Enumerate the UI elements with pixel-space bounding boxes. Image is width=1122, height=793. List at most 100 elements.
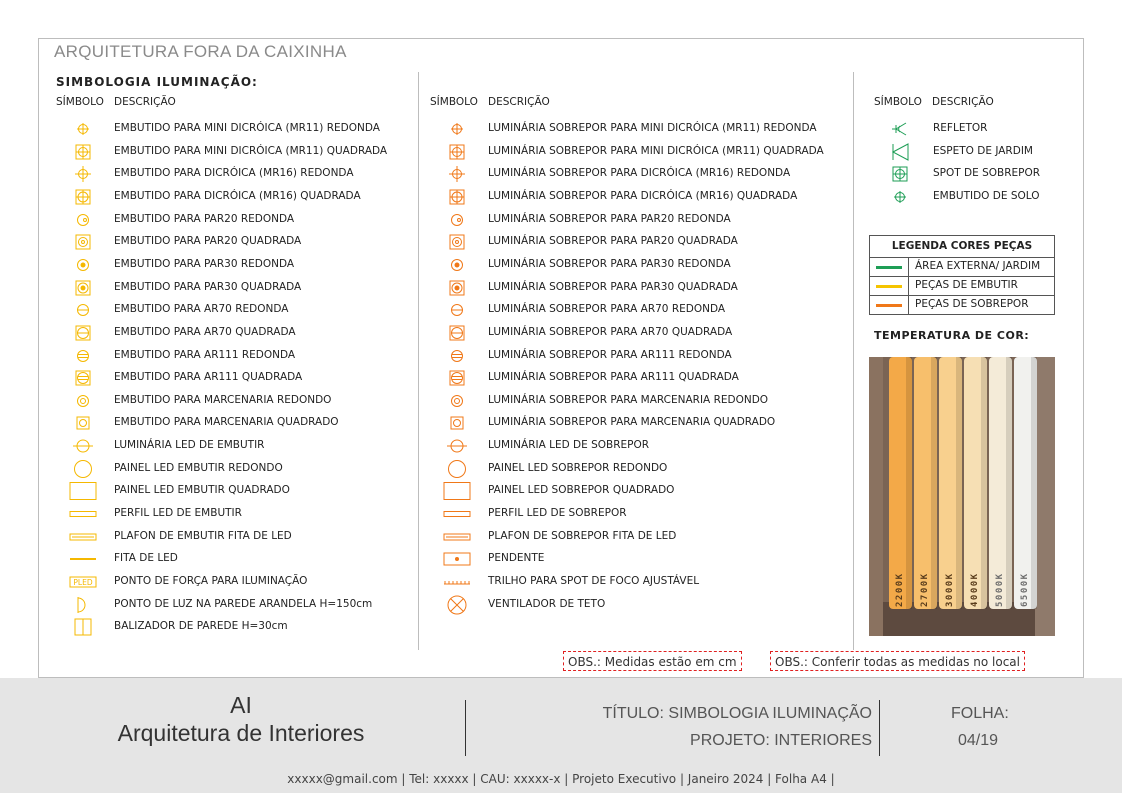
legend-swatch: [876, 266, 902, 269]
temperature-bar: 6500K: [1014, 357, 1037, 609]
symbol-description: BALIZADOR DE PAREDE H=30cm: [114, 620, 288, 633]
symbol-header: SÍMBOLO: [874, 96, 922, 108]
symbol-description: LUMINÁRIA SOBREPOR PARA AR111 REDONDA: [488, 348, 732, 361]
symbol-header: SÍMBOLO: [430, 96, 478, 108]
color-legend: LEGENDA CORES PEÇAS ÁREA EXTERNA/ JARDIM…: [869, 235, 1055, 315]
legend-swatch: [876, 304, 902, 307]
track-rail-icon: [441, 572, 477, 592]
symbol-description: VENTILADOR DE TETO: [488, 597, 606, 610]
square-circle-cross-extended-icon: [441, 187, 477, 207]
ceiling-fan-icon: [441, 595, 477, 615]
square-circle-cross-icon: [884, 164, 920, 184]
symbol-description: EMBUTIDO PARA PAR30 QUADRADA: [114, 280, 302, 293]
circle-dot-icon: [441, 210, 477, 230]
square-circle-dot-icon: [441, 232, 477, 252]
symbol-description: REFLETOR: [933, 122, 988, 134]
description-header: DESCRIÇÃO: [488, 96, 550, 108]
description-header: DESCRIÇÃO: [932, 96, 994, 108]
symbol-description: PLAFON DE EMBUTIR FITA DE LED: [114, 529, 292, 542]
circle-cross-small-icon: [67, 119, 103, 139]
led-circle-line-icon: [441, 436, 477, 456]
symbol-description: PONTO DE FORÇA PARA ILUMINAÇÃO: [114, 575, 308, 587]
symbol-description: EMBUTIDO PARA MINI DICRÓICA (MR11) REDON…: [114, 122, 380, 134]
symbol-description: EMBUTIDO DE SOLO: [933, 189, 1040, 202]
color-temperature-title: TEMPERATURA DE COR:: [874, 329, 1030, 342]
circle-dot-icon: [67, 210, 103, 230]
temperature-label: 2200K: [895, 572, 905, 607]
symbol-description: LUMINÁRIA SOBREPOR PARA MARCENARIA REDON…: [488, 393, 769, 406]
temperature-label: 2700K: [920, 572, 930, 607]
square-circle-cross-icon: [67, 142, 103, 162]
wall-sconce-icon: [67, 595, 103, 615]
temperature-bar: 4000K: [964, 357, 987, 609]
temperature-label: 6500K: [1020, 572, 1030, 607]
led-circle-line-icon: [67, 436, 103, 456]
legend-label: PEÇAS DE SOBREPOR: [915, 298, 1029, 310]
symbol-description: EMBUTIDO PARA PAR30 REDONDA: [114, 257, 295, 270]
symbol-description: PAINEL LED EMBUTIR REDONDO: [114, 461, 283, 474]
symbol-description: EMBUTIDO PARA AR70 REDONDA: [114, 303, 289, 316]
symbol-description: ESPETO DE JARDIM: [933, 144, 1033, 157]
large-square-icon: [67, 481, 103, 501]
temperature-bar: 5000K: [989, 357, 1012, 609]
square-circle-double-hline-icon: [441, 368, 477, 388]
floodlight-icon: [884, 119, 920, 139]
footer-divider: [465, 700, 466, 756]
symbol-description: LUMINÁRIA LED DE EMBUTIR: [114, 439, 265, 452]
square-circle-double-hline-icon: [67, 368, 103, 388]
circle-cross-extended-icon: [441, 164, 477, 184]
symbol-description: LUMINÁRIA SOBREPOR PARA PAR20 QUADRADA: [488, 235, 738, 248]
symbol-description: PAINEL LED SOBREPOR QUADRADO: [488, 484, 675, 497]
concentric-circle-icon: [67, 391, 103, 411]
drawing-title: TÍTULO: SIMBOLOGIA ILUMINAÇÃO: [602, 705, 872, 722]
temperature-bar: 2200K: [889, 357, 912, 609]
sheet-label: FOLHA:: [951, 705, 1009, 722]
square-concentric-circle-icon: [67, 413, 103, 433]
circle-cross-small-icon: [441, 119, 477, 139]
project-name: PROJETO: INTERIORES: [690, 732, 872, 749]
symbol-description: PLAFON DE SOBREPOR FITA DE LED: [488, 529, 677, 542]
column-header: SÍMBOLO DESCRIÇÃO: [56, 96, 176, 108]
symbol-description: LUMINÁRIA SOBREPOR PARA AR111 QUADRADA: [488, 371, 739, 384]
square-circle-cross-icon: [441, 142, 477, 162]
legend-row: ÁREA EXTERNA/ JARDIM: [870, 258, 1054, 277]
brand-logo-text: AI: [230, 692, 252, 718]
temperature-bar: 2700K: [914, 357, 937, 609]
column-divider: [418, 72, 419, 650]
temperature-bar: 3000K: [939, 357, 962, 609]
legend-label: ÁREA EXTERNA/ JARDIM: [915, 260, 1041, 272]
symbol-description: EMBUTIDO PARA AR111 QUADRADA: [114, 371, 303, 384]
symbol-description: LUMINÁRIA SOBREPOR PARA PAR30 REDONDA: [488, 257, 731, 270]
symbol-description: LUMINÁRIA SOBREPOR PARA AR70 REDONDA: [488, 303, 726, 316]
symbol-description: LUMINÁRIA SOBREPOR PARA MINI DICRÓICA (M…: [488, 144, 824, 157]
symbol-description: LUMINÁRIA SOBREPOR PARA MARCENARIA QUADR…: [488, 416, 776, 429]
symbol-description: PERFIL LED DE EMBUTIR: [114, 507, 242, 520]
circle-hline-icon: [441, 300, 477, 320]
square-circle-cross-extended-icon: [67, 187, 103, 207]
garden-spike-icon: [884, 142, 920, 162]
symbol-description: TRILHO PARA SPOT DE FOCO AJUSTÁVEL: [488, 575, 700, 587]
column-header: SÍMBOLO DESCRIÇÃO: [874, 96, 994, 108]
symbol-description: SPOT DE SOBREPOR: [933, 167, 1041, 180]
square-circle-hline-icon: [67, 323, 103, 343]
square-concentric-circle-icon: [441, 413, 477, 433]
symbol-description: PAINEL LED SOBREPOR REDONDO: [488, 461, 668, 474]
symbol-header: SÍMBOLO: [56, 96, 104, 108]
symbol-description: LUMINÁRIA LED DE SOBREPOR: [488, 439, 650, 452]
pendant-icon: [441, 549, 477, 569]
brand-name: Arquitetura de Interiores: [117, 720, 365, 746]
symbol-description: EMBUTIDO PARA AR111 REDONDA: [114, 348, 296, 361]
temperature-label: 5000K: [995, 572, 1005, 607]
profile-bar-icon: [441, 504, 477, 524]
legend-label: PEÇAS DE EMBUTIR: [915, 279, 1018, 291]
legend-row: PEÇAS DE EMBUTIR: [870, 277, 1054, 296]
concentric-circle-icon: [441, 391, 477, 411]
symbol-description: LUMINÁRIA SOBREPOR PARA DICRÓICA (MR16) …: [488, 189, 798, 202]
contact-line: xxxxx@gmail.com | Tel: xxxxx | CAU: xxxx…: [287, 772, 835, 786]
symbol-description: EMBUTIDO PARA DICRÓICA (MR16) QUADRADA: [114, 189, 361, 202]
color-temperature-image: 2200K 2700K 3000K 4000K 5000K 6500K: [869, 357, 1055, 636]
square-circle-hline-icon: [441, 323, 477, 343]
office-name: ARQUITETURA FORA DA CAIXINHA: [54, 42, 347, 61]
symbol-description: LUMINÁRIA SOBREPOR PARA PAR20 REDONDA: [488, 212, 731, 225]
temperature-label: 4000K: [970, 572, 980, 607]
